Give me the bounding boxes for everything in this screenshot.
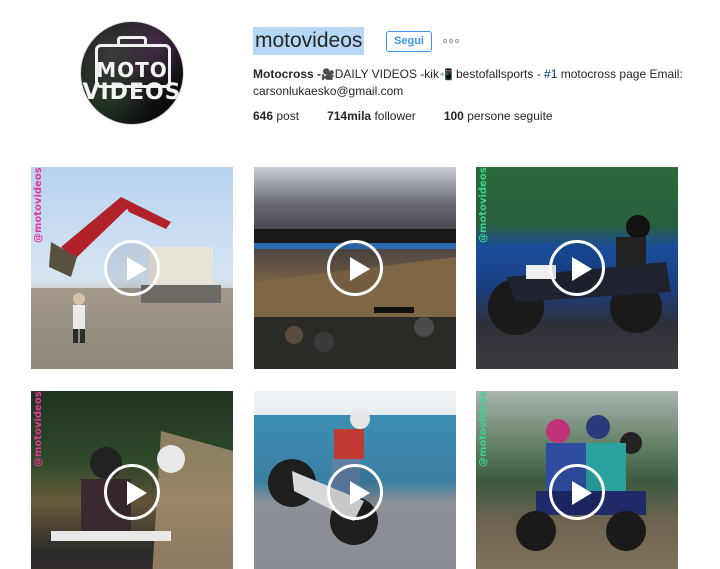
following-label: persone seguite	[467, 109, 553, 123]
stat-following[interactable]: 100 persone seguite	[444, 109, 553, 123]
profile-avatar[interactable]: MOTO VIDEOS	[80, 21, 184, 125]
play-icon[interactable]	[104, 240, 160, 296]
dot	[443, 39, 447, 43]
followers-label: follower	[374, 109, 416, 123]
avatar-logo-text-bottom: VIDEOS	[82, 80, 182, 105]
post-tile[interactable]: @motovideos	[476, 391, 678, 569]
phone-icon: 📲	[438, 68, 453, 81]
bio-text-1: DAILY VIDEOS -kik	[334, 67, 439, 81]
watermark-text: @motovideos	[33, 167, 44, 243]
ellipsis-icon[interactable]	[441, 33, 461, 49]
play-icon[interactable]	[327, 240, 383, 296]
followers-count: 714mila	[327, 109, 372, 123]
posts-label: post	[276, 109, 300, 123]
post-tile[interactable]: @motovideos	[31, 167, 233, 369]
video-camera-icon: 🎥	[321, 68, 335, 81]
post-tile[interactable]	[254, 167, 456, 369]
dot	[455, 39, 459, 43]
dot	[449, 39, 453, 43]
following-count: 100	[443, 109, 464, 123]
profile-stats: 646 post 714mila follower 100 persone se…	[253, 109, 581, 123]
play-icon[interactable]	[327, 464, 383, 520]
profile-bio: Motocross -🎥DAILY VIDEOS -kik📲 bestofall…	[253, 66, 703, 100]
play-icon[interactable]	[549, 240, 605, 296]
stat-posts: 646 post	[253, 109, 299, 123]
post-tile[interactable]: @motovideos	[31, 391, 233, 569]
follow-button[interactable]: Segui	[386, 31, 432, 52]
watermark-text: @motovideos	[33, 391, 44, 467]
profile-username: motovideos	[253, 27, 365, 55]
bio-text-2: bestofallsports -	[452, 67, 545, 81]
bio-hashtag-link[interactable]: #1	[544, 67, 557, 81]
watermark-text: @motovideos	[478, 391, 489, 467]
post-tile[interactable]: @motovideos	[476, 167, 678, 369]
bio-name: Motocross -	[253, 67, 322, 81]
play-icon[interactable]	[549, 464, 605, 520]
post-tile[interactable]	[254, 391, 456, 569]
stat-followers[interactable]: 714mila follower	[327, 109, 416, 123]
watermark-text: @motovideos	[478, 167, 489, 243]
avatar-logo-text-top: MOTO	[96, 58, 168, 82]
posts-count: 646	[253, 109, 274, 123]
play-icon[interactable]	[104, 464, 160, 520]
